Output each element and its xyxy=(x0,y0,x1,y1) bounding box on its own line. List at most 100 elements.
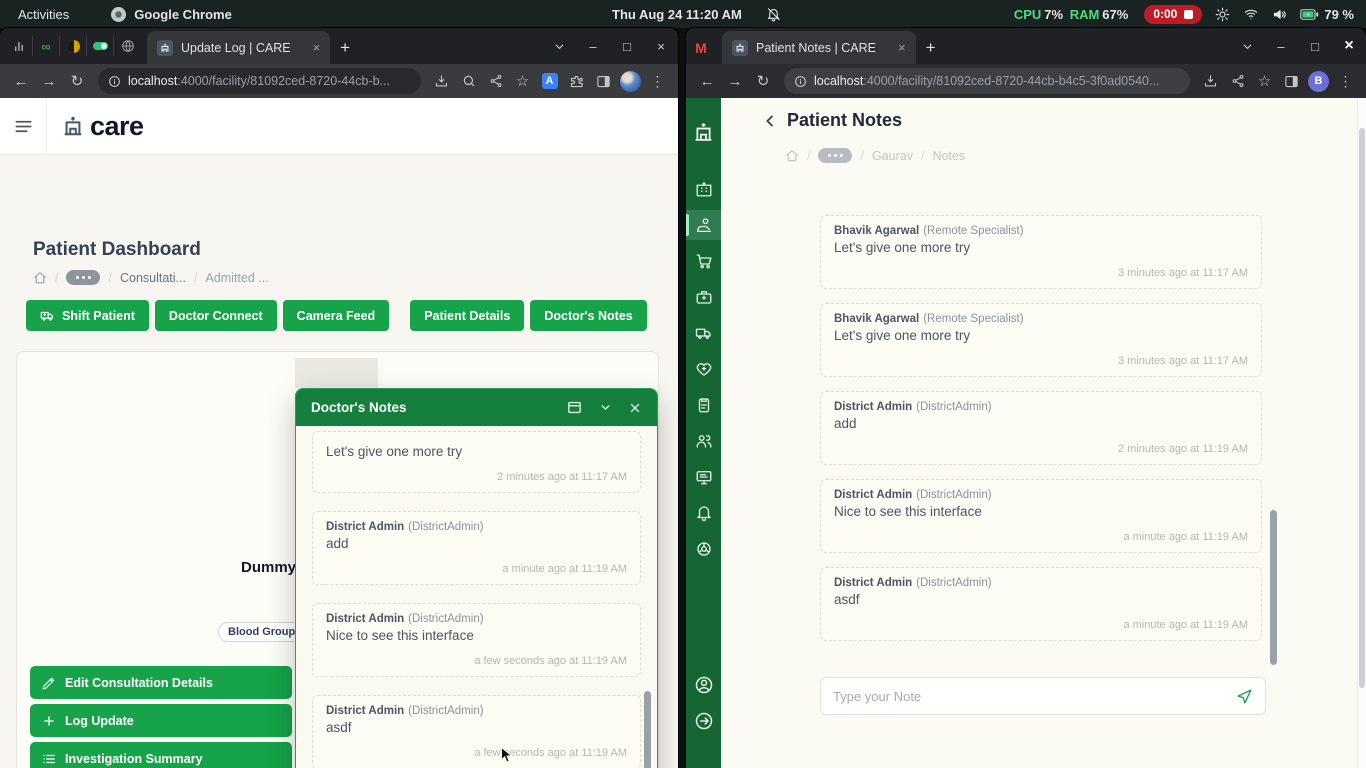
browser-menu-icon[interactable]: ⋮ xyxy=(1333,69,1358,93)
sidebar-dashboard-wheel-icon[interactable] xyxy=(686,534,721,564)
sidebar-sample-clipboard-icon[interactable] xyxy=(686,390,721,420)
close-window-button[interactable]: × xyxy=(1332,28,1366,64)
care-logo[interactable]: care xyxy=(62,111,144,142)
modal-scrollbar-thumb[interactable] xyxy=(644,691,651,768)
volume-icon[interactable] xyxy=(1272,7,1287,22)
pinned-tab-toggle-icon[interactable] xyxy=(87,36,114,56)
extensions-puzzle-icon[interactable] xyxy=(564,69,589,93)
new-tab-button[interactable]: + xyxy=(340,38,350,58)
popout-window-icon[interactable] xyxy=(566,399,583,416)
pinned-tab-bird-icon[interactable] xyxy=(60,36,87,56)
sidebar-resource-heart-icon[interactable] xyxy=(686,354,721,384)
pinned-tab-chart-icon[interactable] xyxy=(6,36,33,56)
focused-app-menu[interactable]: Google Chrome xyxy=(111,7,232,22)
sidebar-users-icon[interactable] xyxy=(686,426,721,456)
sidebar-profile-icon[interactable] xyxy=(686,670,721,700)
pinned-tab-globe-icon[interactable] xyxy=(114,36,141,56)
breadcrumb-separator: / xyxy=(807,149,810,163)
bookmark-star-icon[interactable]: ☆ xyxy=(1252,69,1277,93)
browser-menu-icon[interactable]: ⋮ xyxy=(645,69,670,93)
page-scrollbar-thumb[interactable] xyxy=(1359,128,1365,688)
side-panel-icon[interactable] xyxy=(1279,69,1304,93)
share-icon[interactable] xyxy=(1225,69,1250,93)
tab-title: Patient Notes | CARE xyxy=(756,41,876,55)
close-window-button[interactable]: × xyxy=(644,28,678,64)
wifi-icon[interactable] xyxy=(1243,7,1259,21)
pinned-tab-bow-icon[interactable]: ∞ xyxy=(33,36,60,56)
tab-patient-notes[interactable]: Patient Notes | CARE × xyxy=(722,31,916,64)
reload-button[interactable]: ↻ xyxy=(750,68,776,94)
care-hospital-logo-icon[interactable] xyxy=(693,120,714,144)
profile-avatar[interactable]: B xyxy=(1306,69,1331,93)
translate-extension-icon[interactable]: A xyxy=(537,69,562,93)
sidebar-facility-icon[interactable] xyxy=(686,174,721,204)
log-update-button[interactable]: Log Update xyxy=(30,704,292,737)
investigation-summary-button[interactable]: Investigation Summary xyxy=(30,742,292,768)
address-bar[interactable]: localhost:4000/facility/81092ced-8720-44… xyxy=(784,68,1190,94)
patient-details-button[interactable]: Patient Details xyxy=(410,300,524,331)
install-icon[interactable] xyxy=(429,69,454,93)
forward-button[interactable]: → xyxy=(722,68,748,94)
camera-feed-button[interactable]: Camera Feed xyxy=(283,300,390,331)
back-button[interactable]: ← xyxy=(694,68,720,94)
back-chevron-icon[interactable] xyxy=(762,113,778,129)
hamburger-menu-icon[interactable] xyxy=(14,117,33,136)
breadcrumb-ellipsis-pill[interactable] xyxy=(818,148,852,163)
home-icon[interactable] xyxy=(33,271,47,285)
sidebar-shifting-ambulance-icon[interactable] xyxy=(686,318,721,348)
battery-percentage: 79 % xyxy=(1324,7,1354,22)
breadcrumb-ellipsis-pill[interactable] xyxy=(66,270,100,285)
address-bar[interactable]: localhost:4000/facility/81092ced-8720-44… xyxy=(98,68,421,94)
page-scrollbar[interactable] xyxy=(1357,98,1366,768)
battery-indicator[interactable]: 79 % xyxy=(1300,7,1354,22)
bookmark-star-icon[interactable]: ☆ xyxy=(510,69,535,93)
tab-close-icon[interactable]: × xyxy=(313,40,321,55)
breadcrumb-admitted[interactable]: Admitted ... xyxy=(205,271,268,285)
breadcrumb-patient[interactable]: Gaurav xyxy=(872,149,913,163)
brightness-icon[interactable] xyxy=(1215,7,1230,22)
notifications-muted-icon[interactable] xyxy=(766,7,781,22)
tab-search-chevron-icon[interactable] xyxy=(1230,28,1264,64)
shift-patient-button[interactable]: Shift Patient xyxy=(26,300,149,331)
activities-button[interactable]: Activities xyxy=(18,7,69,22)
zoom-icon[interactable] xyxy=(456,69,481,93)
sidebar-notice-board-icon[interactable] xyxy=(686,462,721,492)
sidebar-notifications-icon[interactable] xyxy=(686,498,721,528)
reload-button[interactable]: ↻ xyxy=(64,68,90,94)
tab-update-log[interactable]: Update Log | CARE × xyxy=(147,31,330,64)
doctor-connect-button[interactable]: Doctor Connect xyxy=(155,300,277,331)
minimize-button[interactable]: – xyxy=(1264,28,1298,64)
close-modal-icon[interactable] xyxy=(628,401,642,415)
back-button[interactable]: ← xyxy=(8,68,34,94)
edit-consultation-button[interactable]: Edit Consultation Details xyxy=(30,666,292,699)
breadcrumb-consultation[interactable]: Consultati... xyxy=(120,271,186,285)
sidebar-medkit-icon[interactable] xyxy=(686,282,721,312)
side-panel-icon[interactable] xyxy=(591,69,616,93)
share-icon[interactable] xyxy=(483,69,508,93)
profile-avatar[interactable] xyxy=(618,69,643,93)
collapse-chevron-icon[interactable] xyxy=(599,401,612,414)
forward-button[interactable]: → xyxy=(36,68,62,94)
screen-recording-indicator[interactable]: 0:00 xyxy=(1144,5,1202,24)
system-monitor-indicator[interactable]: CPU7% RAM67% xyxy=(1014,7,1132,22)
minimize-button[interactable]: – xyxy=(576,28,610,64)
breadcrumb-notes[interactable]: Notes xyxy=(932,149,965,163)
sidebar-patients-icon[interactable] xyxy=(686,210,721,240)
tab-search-chevron-icon[interactable] xyxy=(542,28,576,64)
doctors-notes-button[interactable]: Doctor's Notes xyxy=(530,300,646,331)
clock[interactable]: Thu Aug 24 11:20 AM xyxy=(612,7,742,22)
sidebar-sign-out-icon[interactable] xyxy=(686,706,721,736)
stop-recording-icon xyxy=(1184,10,1193,19)
note-input[interactable] xyxy=(833,689,1236,704)
pinned-tab-gmail-icon[interactable]: M xyxy=(686,40,716,56)
sidebar-assets-cart-icon[interactable] xyxy=(686,246,721,276)
maximize-button[interactable]: □ xyxy=(1298,28,1332,64)
modal-header[interactable]: Doctor's Notes xyxy=(296,389,657,426)
install-icon[interactable] xyxy=(1198,69,1223,93)
tab-close-icon[interactable]: × xyxy=(898,40,906,55)
send-note-icon[interactable] xyxy=(1236,688,1253,705)
home-icon[interactable] xyxy=(785,149,799,163)
new-tab-button[interactable]: + xyxy=(926,38,936,58)
maximize-button[interactable]: □ xyxy=(610,28,644,64)
notes-scrollbar-thumb[interactable] xyxy=(1270,510,1277,665)
